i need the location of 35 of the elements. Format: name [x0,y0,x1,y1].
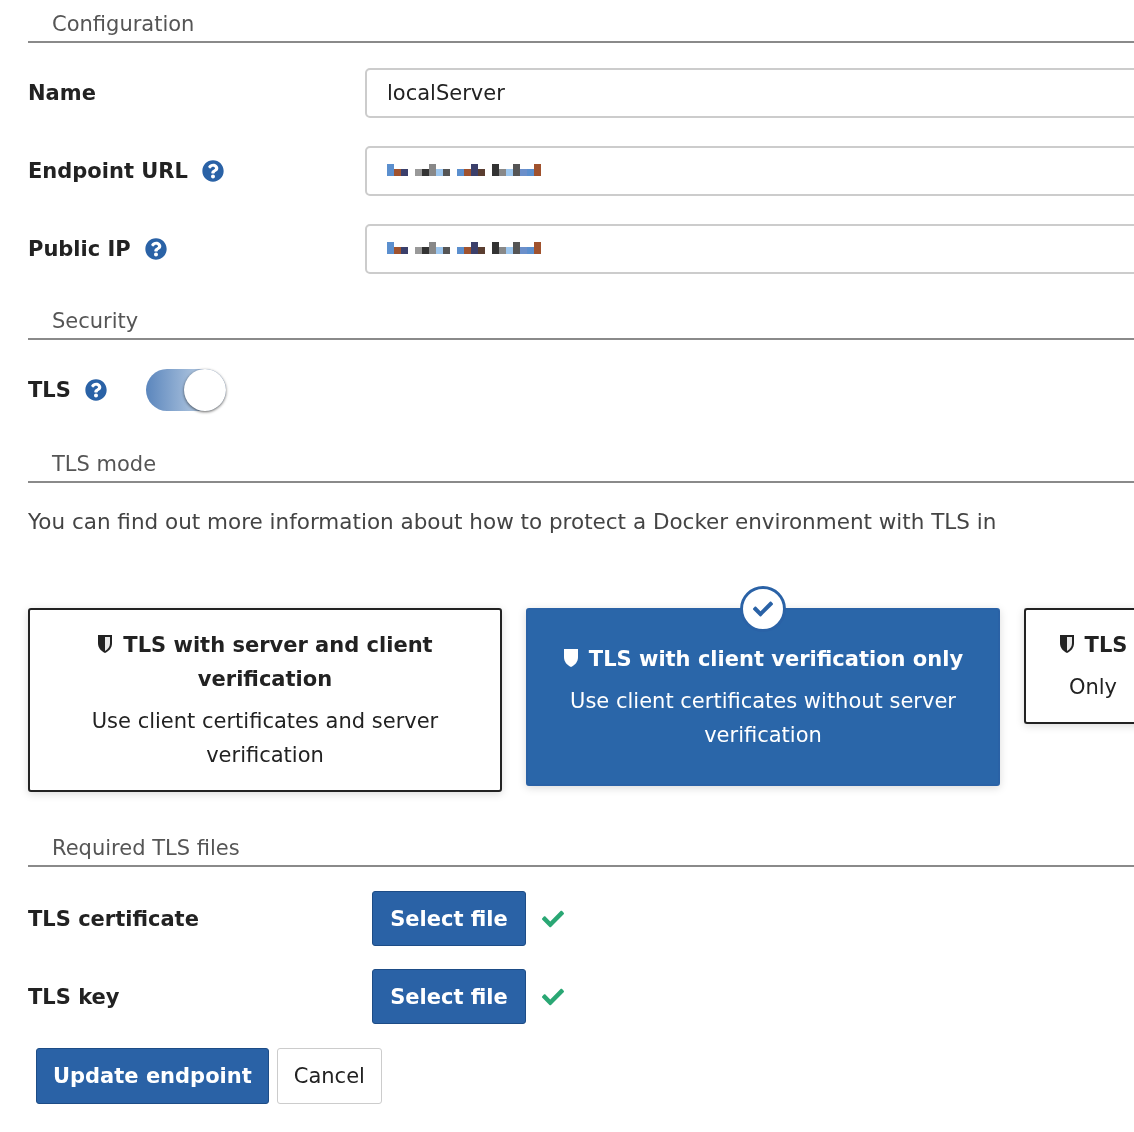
option-title: TLS with server and client verification [46,628,484,696]
shield-icon [562,648,579,668]
toggle-switch[interactable] [146,369,226,411]
section-heading: Configuration [52,12,195,36]
shield-icon [97,634,114,654]
help-icon[interactable] [201,160,224,182]
option-card[interactable]: TLS with client verification only Use client certificates without server verification [526,608,1000,786]
section-heading: TLS mode [52,452,157,476]
option-description: Use client certificates without server verification [569,688,957,749]
section-heading: Required TLS files [52,836,240,860]
help-icon[interactable] [144,238,167,260]
select-file-button[interactable]: Select file [372,891,526,946]
option-card[interactable]: TLS with server and client verification Use client certificates and server verification [28,608,502,792]
option-title: TLS [1042,628,1134,662]
input-field[interactable]: localServer [365,68,1134,118]
field-label: TLS certificate [28,906,199,931]
input-field[interactable] [365,146,1134,196]
field-label: Endpoint URL [28,159,188,183]
field-label: TLS [28,378,71,402]
check-icon [740,586,786,632]
option-description: Only [1067,674,1119,701]
cancel-button[interactable]: Cancel [276,1048,382,1104]
field-label: Name [28,81,96,105]
field-label: Public IP [28,237,131,261]
section-heading: Security [52,309,139,333]
select-file-button[interactable]: Select file [372,969,526,1024]
field-label: TLS key [28,984,120,1009]
option-card[interactable]: TLS Only [1024,608,1134,724]
shield-icon [1058,634,1075,654]
help-icon[interactable] [84,379,107,401]
submit-button[interactable]: Update endpoint [36,1048,269,1104]
option-title: TLS with client verification only [544,642,982,676]
info-text: You can find out more information about how to protect a Docker environment with TLS in [28,509,998,534]
option-description: Use client certificates and server verification [90,708,440,769]
input-field[interactable] [365,224,1134,274]
